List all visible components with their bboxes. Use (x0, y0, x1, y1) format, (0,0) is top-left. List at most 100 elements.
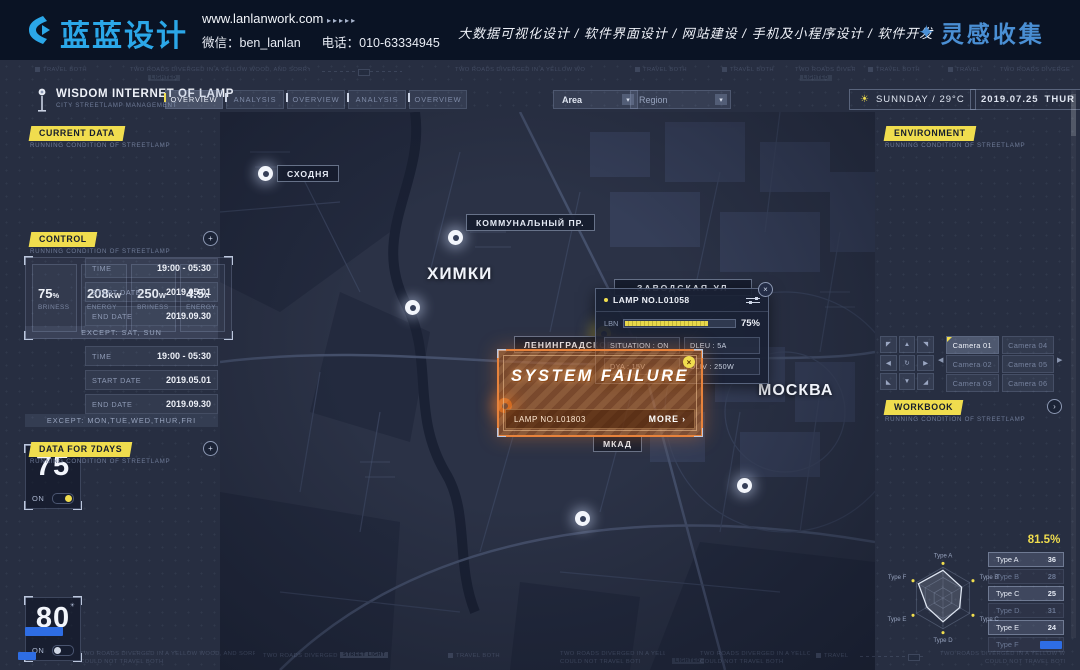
wechat-text: 微信：ben_lanlan (202, 36, 301, 50)
pan-left-button[interactable]: ◀ (880, 355, 897, 372)
hud-decor-text: TWO ROADS DIVERGED IN A YELLOW WOOD, AND… (130, 67, 310, 73)
type-row-e[interactable]: Type E24 (988, 620, 1064, 635)
map-label-skhodnya[interactable]: СХОДНЯ (277, 165, 339, 182)
pan-right-button[interactable]: ▶ (917, 355, 934, 372)
map-pin-mkad[interactable] (575, 511, 590, 526)
checkbox-icon (722, 67, 727, 72)
popup-lamp-name: LAMP NO.L01058 (613, 295, 741, 305)
seven-days-expand-icon[interactable]: + (203, 441, 218, 456)
lbn-row: LBN 75% (596, 312, 768, 333)
end-date-row[interactable]: END DATE2019.09.30 (85, 394, 218, 414)
hud-decor-text: TWO ROADS DIVERGED (263, 653, 338, 659)
stat-briness: 75% BRINESS (32, 264, 77, 332)
streetlamp-icon (36, 87, 48, 113)
tab-overview-1[interactable]: OVERVIEW (165, 90, 223, 109)
environment-subtitle: RUNNING CONDITION OF STREETLAMP (885, 142, 1025, 149)
pan-down-right-button[interactable]: ◢ (917, 373, 934, 390)
header-services: 大数据可视化设计 / 软件界面设计 / 网站建设 / 手机及小程序设计 / 软件… (458, 23, 933, 42)
scrollbar-thumb[interactable] (1071, 94, 1076, 136)
popup-close-icon[interactable]: × (758, 282, 773, 297)
tab-analysis-1[interactable]: ANALYSIS (226, 90, 284, 109)
end-date-row[interactable]: END DATE2019.09.30 (85, 306, 218, 326)
camera-button-4[interactable]: Camera 04 (1002, 336, 1055, 354)
sliders-icon[interactable] (746, 296, 760, 305)
hud-chip: STREET LIGHT (340, 652, 388, 658)
region-select[interactable]: Region ▾ (630, 90, 731, 109)
hud-chip: LIGHTED (800, 75, 832, 81)
site-header: 蓝蓝设计 www.lanlanwork.com ▸▸▸▸▸ 微信：ben_lan… (0, 0, 1080, 60)
refresh-button[interactable]: ↻ (899, 355, 916, 372)
sun-icon: ☀ (860, 94, 870, 105)
power-toggle-2[interactable] (52, 645, 74, 656)
map-label-khimki: ХИМКИ (427, 264, 492, 284)
control-expand-icon[interactable]: + (203, 231, 218, 246)
checkbox-icon (35, 67, 40, 72)
pan-down-button[interactable]: ▼ (899, 373, 916, 390)
lbn-progress-bar[interactable] (623, 319, 736, 328)
hud-checkbox-item: TRAVEL BOTH (868, 67, 920, 73)
svg-text:Type E: Type E (888, 617, 907, 623)
except-bar-1: EXCEPT: SAT, SUN (25, 326, 218, 339)
forward-arrows-icon: ▸▸▸▸▸ (327, 16, 357, 25)
check-icon (448, 653, 453, 658)
blue-tag (18, 652, 36, 660)
hud-decor-text: COULD NOT TRAVEL BOTH (80, 659, 200, 665)
pan-down-left-button[interactable]: ◣ (880, 373, 897, 390)
time-row[interactable]: TIME19:00 - 05:30 (85, 346, 218, 366)
hud-decor-text: TWO ROADS DIVERGED IN A YELLOW WOOD, AND… (940, 651, 1065, 657)
current-data-subtitle: RUNNING CONDITION OF STREETLAMP (30, 142, 170, 149)
type-row-c[interactable]: Type C25 (988, 586, 1064, 601)
more-arrow-icon: › (682, 414, 686, 424)
hud-decor-text: COULD NOT TRAVEL BOTH (985, 659, 1065, 665)
more-button[interactable]: MORE › (649, 414, 686, 424)
map-pin-kommunalny[interactable] (448, 230, 463, 245)
hud-chip: LIGHTED (672, 658, 704, 664)
camera-button-6[interactable]: Camera 06 (1002, 374, 1055, 392)
start-date-row[interactable]: START DATE2019.05.01 (85, 282, 218, 302)
power-toggle-1[interactable] (52, 493, 74, 504)
map-pin-moskva[interactable] (737, 478, 752, 493)
hud-checkbox-item: TRAVEL (816, 653, 849, 659)
pan-up-button[interactable]: ▲ (899, 336, 916, 353)
control-rows-2: TIME19:00 - 05:30 START DATE2019.05.01 E… (85, 346, 218, 414)
hud-checkbox-item: TRAVEL BOTH (635, 67, 687, 73)
scrollbar-track[interactable] (1071, 90, 1076, 638)
checkbox-icon (948, 67, 953, 72)
checkbox-icon (635, 67, 640, 72)
failure-footer: LAMP NO.L01803 MORE › (505, 409, 695, 429)
time-row[interactable]: TIME19:00 - 05:30 (85, 258, 218, 278)
map-pin-skhodnya[interactable] (258, 166, 273, 181)
tab-overview-2[interactable]: OVERVIEW (287, 90, 345, 109)
hud-decor-text: TWO ROADS DIVERGED IN A YELLOW WOOD, AND… (560, 651, 665, 657)
start-date-row[interactable]: START DATE2019.05.01 (85, 370, 218, 390)
hud-slider (860, 656, 925, 657)
header-website[interactable]: www.lanlanwork.com ▸▸▸▸▸ (202, 11, 357, 26)
map-label-kommunalny[interactable]: КОММУНАЛЬНЫЙ ПР. (466, 214, 595, 231)
camera-button-2[interactable]: Camera 02 (946, 355, 999, 373)
type-row-d[interactable]: Type D31 (988, 603, 1064, 618)
area-select[interactable]: Area ▾ (553, 90, 638, 109)
tab-overview-3[interactable]: OVERVIEW (409, 90, 467, 109)
control-subtitle: RUNNING CONDITION OF STREETLAMP (30, 248, 170, 255)
hud-decor-text: TWO ROADS DIVERGED IN A YELLOW WOOD, AND… (455, 67, 585, 73)
camera-prev-icon[interactable]: ◀ (938, 356, 943, 364)
lbn-label: LBN (604, 319, 618, 328)
camera-button-1[interactable]: Camera 01 (946, 336, 999, 354)
current-data-badge: CURRENT DATA (29, 126, 125, 141)
pan-up-left-button[interactable]: ◤ (880, 336, 897, 353)
caret-down-icon: ▾ (715, 94, 727, 105)
pan-up-right-button[interactable]: ◥ (917, 336, 934, 353)
type-row-a[interactable]: Type A36 (988, 552, 1064, 567)
camera-button-3[interactable]: Camera 03 (946, 374, 999, 392)
weather-box: ☀ SUNNDAY / 29°C (849, 89, 976, 110)
tab-analysis-2[interactable]: ANALYSIS (348, 90, 406, 109)
camera-next-icon[interactable]: ▶ (1057, 356, 1062, 364)
camera-button-5[interactable]: Camera 05 (1002, 355, 1055, 373)
workbook-expand-icon[interactable]: › (1047, 399, 1062, 414)
hud-checkbox-item: TRAVEL BOTH (35, 67, 87, 73)
failure-close-icon[interactable]: × (683, 356, 695, 368)
map-pin-khimki[interactable] (405, 300, 420, 315)
map-label-mkad[interactable]: МКАД (593, 435, 642, 452)
type-row-b[interactable]: Type B28 (988, 569, 1064, 584)
seven-days-badge: DATA FOR 7DAYS (29, 442, 133, 457)
